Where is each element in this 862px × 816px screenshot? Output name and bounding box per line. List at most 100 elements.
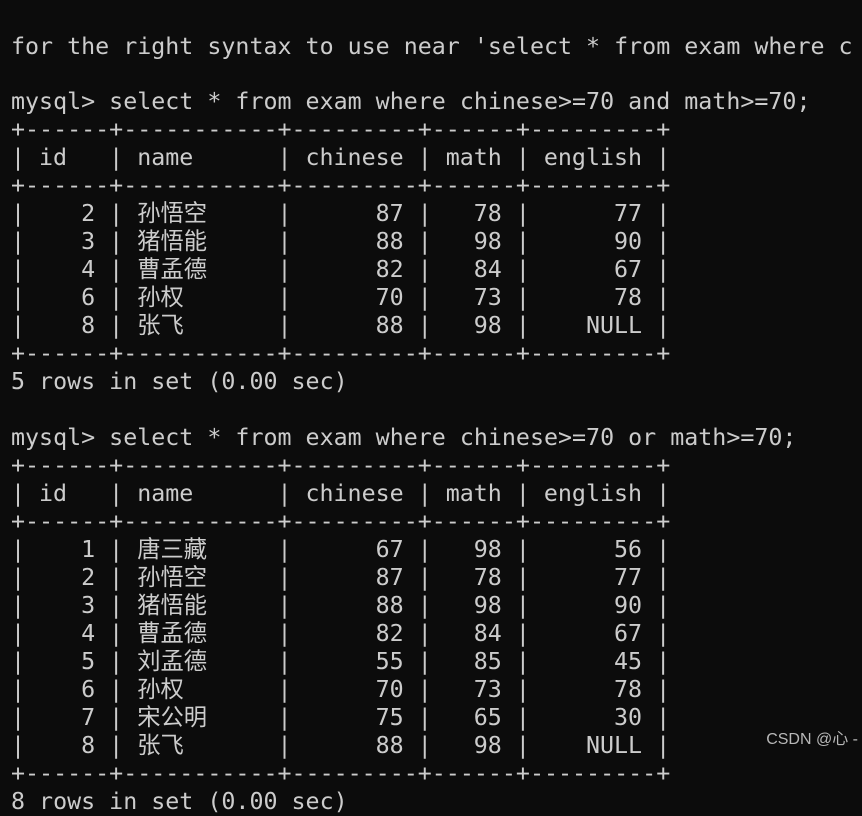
column-separator: | bbox=[417, 312, 432, 339]
table-cell: 70 bbox=[375, 284, 404, 311]
column-separator: | bbox=[656, 592, 671, 619]
column-separator: | bbox=[11, 228, 26, 255]
column-separator: | bbox=[417, 620, 432, 647]
table-cell: 70 bbox=[375, 676, 404, 703]
table-cell: 78 bbox=[614, 676, 643, 703]
column-separator: | bbox=[656, 732, 671, 759]
table-row: | 6 | 孙权 | 70 | 73 | 78 | bbox=[11, 284, 853, 312]
table-border: +------+-----------+---------+------+---… bbox=[11, 172, 671, 199]
table-cell: 6 bbox=[81, 676, 96, 703]
table-cell: 88 bbox=[375, 592, 404, 619]
column-separator: | bbox=[515, 480, 530, 507]
column-separator: | bbox=[277, 144, 292, 171]
column-separator: | bbox=[417, 648, 432, 675]
table-header-row: | id | name | chinese | math | english | bbox=[11, 480, 853, 508]
column-separator: | bbox=[277, 312, 292, 339]
column-separator: | bbox=[656, 256, 671, 283]
column-separator: | bbox=[656, 284, 671, 311]
table-row: | 6 | 孙权 | 70 | 73 | 78 | bbox=[11, 676, 853, 704]
column-separator: | bbox=[277, 480, 292, 507]
table-row: | 3 | 猪悟能 | 88 | 98 | 90 | bbox=[11, 228, 853, 256]
column-separator: | bbox=[515, 592, 530, 619]
column-header: name bbox=[137, 144, 194, 171]
table-cell: 曹孟德 bbox=[137, 620, 208, 647]
column-header: chinese bbox=[305, 144, 404, 171]
table-cell: 唐三藏 bbox=[137, 536, 208, 563]
column-separator: | bbox=[656, 676, 671, 703]
column-separator: | bbox=[515, 536, 530, 563]
column-separator: | bbox=[109, 144, 124, 171]
column-separator: | bbox=[277, 648, 292, 675]
table-cell: 77 bbox=[614, 200, 643, 227]
column-separator: | bbox=[417, 536, 432, 563]
column-separator: | bbox=[109, 732, 124, 759]
column-separator: | bbox=[11, 704, 26, 731]
column-separator: | bbox=[515, 676, 530, 703]
table-header-row: | id | name | chinese | math | english | bbox=[11, 144, 853, 172]
table-cell: 宋公明 bbox=[137, 704, 208, 731]
column-separator: | bbox=[417, 704, 432, 731]
column-header: chinese bbox=[305, 480, 404, 507]
table-row: | 7 | 宋公明 | 75 | 65 | 30 | bbox=[11, 704, 853, 732]
table-row: | 2 | 孙悟空 | 87 | 78 | 77 | bbox=[11, 564, 853, 592]
column-separator: | bbox=[515, 228, 530, 255]
previous-output-line: for the right syntax to use near 'select… bbox=[11, 33, 853, 60]
table-cell: 82 bbox=[375, 620, 404, 647]
column-separator: | bbox=[109, 620, 124, 647]
command-line: mysql> select * from exam where chinese>… bbox=[11, 424, 797, 451]
column-separator: | bbox=[11, 564, 26, 591]
column-separator: | bbox=[277, 592, 292, 619]
terminal-output: for the right syntax to use near 'select… bbox=[11, 0, 853, 816]
column-separator: | bbox=[417, 592, 432, 619]
table-border: +------+-----------+---------+------+---… bbox=[11, 340, 671, 367]
column-separator: | bbox=[109, 256, 124, 283]
table-cell: 2 bbox=[81, 564, 96, 591]
column-header: math bbox=[445, 480, 502, 507]
table-cell: 孙悟空 bbox=[137, 564, 208, 591]
table-cell: 88 bbox=[375, 312, 404, 339]
column-separator: | bbox=[417, 564, 432, 591]
column-separator: | bbox=[11, 620, 26, 647]
table-cell: 8 bbox=[81, 312, 96, 339]
column-separator: | bbox=[656, 704, 671, 731]
column-separator: | bbox=[11, 732, 26, 759]
table-cell: 6 bbox=[81, 284, 96, 311]
table-cell: 张飞 bbox=[137, 732, 184, 759]
result-summary: 8 rows in set (0.00 sec) bbox=[11, 788, 348, 815]
column-separator: | bbox=[277, 732, 292, 759]
table-row: | 5 | 刘孟德 | 55 | 85 | 45 | bbox=[11, 648, 853, 676]
table-cell: NULL bbox=[585, 312, 643, 339]
column-separator: | bbox=[417, 228, 432, 255]
column-separator: | bbox=[277, 620, 292, 647]
column-separator: | bbox=[515, 704, 530, 731]
table-cell: 刘孟德 bbox=[137, 648, 208, 675]
table-cell: 78 bbox=[614, 284, 643, 311]
table-cell: 98 bbox=[473, 592, 502, 619]
table-cell: 3 bbox=[81, 592, 96, 619]
column-separator: | bbox=[417, 200, 432, 227]
column-separator: | bbox=[109, 704, 124, 731]
table-cell: 55 bbox=[375, 648, 404, 675]
column-header: name bbox=[137, 480, 194, 507]
table-cell: 75 bbox=[375, 704, 404, 731]
table-row: | 3 | 猪悟能 | 88 | 98 | 90 | bbox=[11, 592, 853, 620]
column-separator: | bbox=[277, 536, 292, 563]
column-separator: | bbox=[515, 732, 530, 759]
table-cell: 8 bbox=[81, 732, 96, 759]
column-separator: | bbox=[11, 144, 26, 171]
column-separator: | bbox=[109, 592, 124, 619]
column-separator: | bbox=[11, 648, 26, 675]
column-separator: | bbox=[109, 284, 124, 311]
table-cell: 30 bbox=[614, 704, 643, 731]
column-separator: | bbox=[11, 676, 26, 703]
table-border: +------+-----------+---------+------+---… bbox=[11, 452, 671, 479]
table-cell: 孙悟空 bbox=[137, 200, 208, 227]
column-header: id bbox=[39, 144, 68, 171]
column-separator: | bbox=[11, 536, 26, 563]
table-row: | 4 | 曹孟德 | 82 | 84 | 67 | bbox=[11, 620, 853, 648]
column-header: english bbox=[543, 480, 643, 507]
column-separator: | bbox=[109, 200, 124, 227]
column-separator: | bbox=[11, 256, 26, 283]
table-cell: 猪悟能 bbox=[137, 592, 208, 619]
